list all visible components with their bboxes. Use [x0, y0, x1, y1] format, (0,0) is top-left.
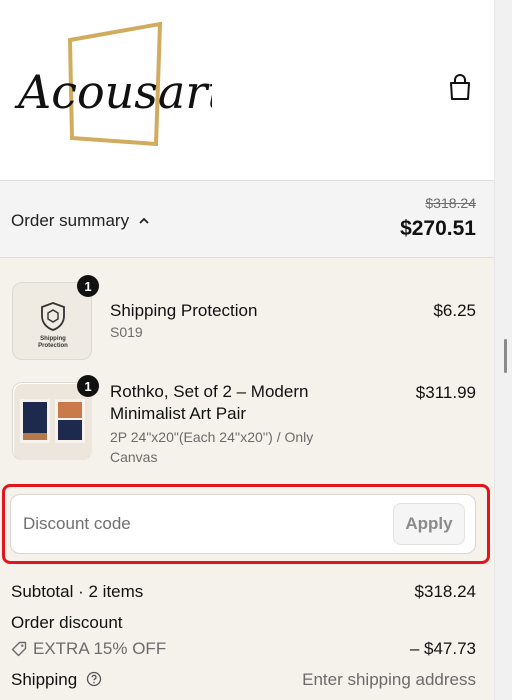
item-title: Shipping Protection	[110, 301, 258, 320]
item-thumbnail: 1	[12, 375, 99, 460]
shipping-label-group: Shipping	[11, 670, 102, 690]
order-summary-label: Order summary	[11, 211, 130, 230]
order-total: $270.51	[400, 217, 476, 240]
discount-code-name: EXTRA 15% OFF	[33, 639, 167, 658]
brand-logo[interactable]: Acousart	[12, 20, 212, 150]
item-thumbnail: Shipping Protection 1	[12, 275, 99, 360]
svg-text:Shipping: Shipping	[40, 336, 66, 342]
item-title-line-1: Rothko, Set of 2 – Modern	[110, 382, 309, 401]
quantity-badge: 1	[77, 375, 99, 397]
line-item-rothko-set: 1 Rothko, Set of 2 – Modern Minimalist A…	[0, 375, 494, 472]
order-summary-bar: Order summary $318.24 $270.51	[0, 180, 494, 258]
logo-text: Acousart	[14, 65, 212, 119]
shipping-label: Shipping	[11, 670, 78, 689]
shopping-bag-icon[interactable]	[444, 72, 476, 104]
item-variant: S019	[110, 324, 143, 340]
order-discount-label: Order discount	[11, 613, 123, 632]
help-icon[interactable]	[86, 671, 102, 687]
line-item-shipping-protection: Shipping Protection 1 Shipping Protectio…	[0, 275, 494, 362]
order-summary-toggle[interactable]: Order summary	[11, 209, 151, 233]
quantity-badge: 1	[77, 275, 99, 297]
shipping-value: Enter shipping address	[302, 670, 476, 689]
item-price: $6.25	[433, 301, 476, 320]
item-price: $311.99	[415, 383, 476, 402]
chevron-up-icon	[139, 217, 149, 224]
item-variant-line-1: 2P 24"x20"(Each 24''x20'') / Only	[110, 429, 314, 445]
subtotal-row: Subtotal · 2 items $318.24	[11, 580, 476, 604]
checkout-page: Acousart Order summary $318.24 $270.51 S…	[0, 0, 494, 700]
item-title-line-2: Minimalist Art Pair	[110, 404, 247, 423]
discount-value: – $47.73	[409, 639, 476, 658]
discount-code-row: EXTRA 15% OFF – $47.73	[11, 637, 476, 661]
svg-text:Protection: Protection	[38, 343, 68, 349]
item-variant-line-2: Canvas	[110, 449, 158, 465]
apply-discount-button[interactable]: Apply	[393, 503, 465, 545]
shipping-row: Shipping Enter shipping address	[11, 668, 476, 692]
discount-code-field: Apply	[10, 494, 476, 554]
scrollbar-handle[interactable]	[504, 339, 507, 373]
tag-icon	[11, 641, 27, 657]
subtotal-value: $318.24	[414, 582, 476, 601]
scrollbar-track[interactable]	[494, 0, 512, 700]
discount-code-input[interactable]	[23, 495, 383, 553]
subtotal-label: Subtotal · 2 items	[11, 582, 144, 601]
discount-tag: EXTRA 15% OFF	[11, 639, 166, 659]
header: Acousart	[0, 0, 494, 180]
order-discount-row: Order discount	[11, 611, 476, 635]
original-total: $318.24	[425, 195, 476, 211]
